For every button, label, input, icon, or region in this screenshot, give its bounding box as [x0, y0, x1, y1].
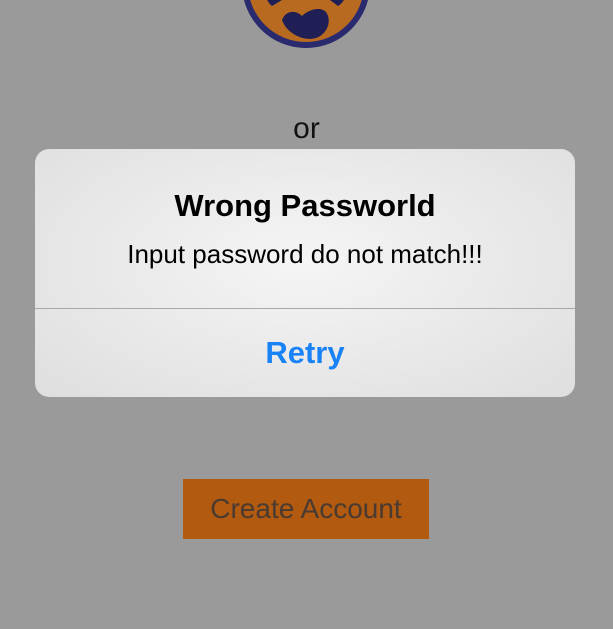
or-label: or [293, 112, 320, 145]
retry-button[interactable]: Retry [35, 309, 575, 397]
alert-message: Input password do not match!!! [127, 239, 483, 269]
paw-logo-icon [242, 0, 370, 48]
alert-title: Wrong Passworld [174, 188, 436, 223]
wrong-password-alert: Wrong Passworld Input password do not ma… [35, 149, 575, 397]
create-account-button[interactable]: Create Account [183, 479, 429, 539]
